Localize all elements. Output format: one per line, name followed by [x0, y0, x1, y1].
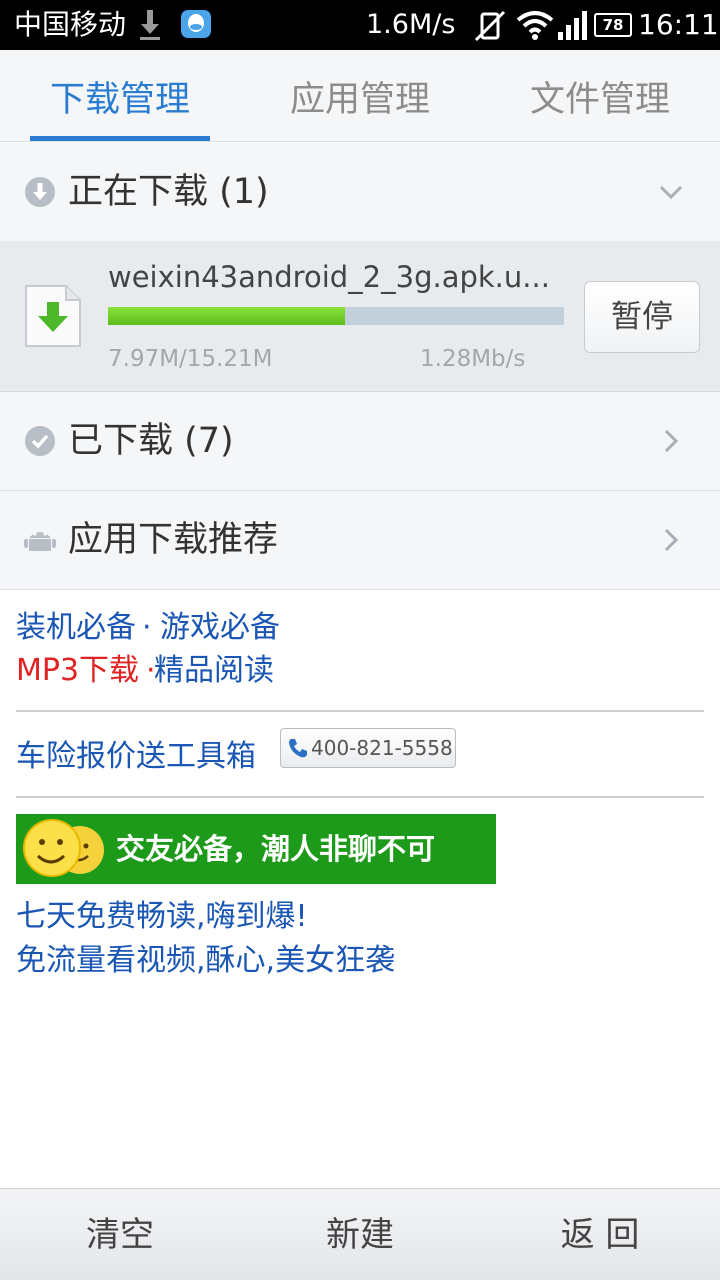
apk-file-icon — [25, 285, 81, 347]
tab-download-manager[interactable]: 下载管理 — [0, 50, 240, 142]
download-size: 7.97M/15.21M — [108, 346, 273, 372]
download-circle-icon — [25, 177, 55, 207]
clear-button[interactable]: 清空 — [0, 1189, 240, 1280]
link-reading[interactable]: 精品阅读 — [154, 651, 274, 691]
bottom-action-bar: 清空 新建 返 回 — [0, 1188, 720, 1280]
link-mp3[interactable]: MP3下载 — [16, 651, 139, 691]
wifi-icon — [516, 11, 554, 40]
clock: 16:11 — [638, 8, 719, 41]
link-separator: · — [142, 610, 152, 645]
link-free-video[interactable]: 免流量看视频,酥心,美女狂袭 — [16, 941, 395, 981]
ad-banner-text: 交友必备，潮人非聊不可 — [116, 832, 436, 866]
pause-button[interactable]: 暂停 — [584, 281, 700, 353]
phone-number: 400-821-5558 — [311, 736, 453, 760]
section-recommend[interactable]: 应用下载推荐 — [0, 491, 720, 590]
download-notification-icon — [140, 10, 160, 40]
section-downloaded-label: 已下载 (7) — [68, 421, 234, 461]
section-downloaded[interactable]: 已下载 (7) — [0, 392, 720, 491]
divider — [16, 796, 704, 798]
phone-call-button[interactable]: 400-821-5558 — [280, 728, 456, 768]
carrier-name: 中国移动 — [14, 8, 127, 41]
divider — [16, 710, 704, 712]
link-essentials[interactable]: 装机必备 — [16, 608, 136, 648]
section-downloading-label: 正在下载 (1) — [68, 172, 269, 212]
active-tab-indicator — [30, 136, 210, 141]
vibrate-off-icon — [474, 10, 506, 42]
download-progress-bar — [108, 307, 564, 325]
section-downloading[interactable]: 正在下载 (1) — [0, 143, 720, 242]
download-speed: 1.28Mb/s — [420, 346, 526, 372]
download-filename: weixin43android_2_3g.apk.u... — [108, 260, 550, 294]
smiley-faces-icon — [23, 819, 104, 877]
back-button[interactable]: 返 回 — [480, 1189, 720, 1280]
ad-banner[interactable]: 交友必备，潮人非聊不可 — [16, 814, 496, 884]
phone-icon — [289, 739, 307, 758]
chevron-down-icon — [659, 185, 683, 200]
tab-file-manager[interactable]: 文件管理 — [480, 50, 720, 142]
chevron-right-icon — [664, 429, 679, 453]
check-circle-icon — [25, 426, 55, 456]
android-icon — [24, 532, 56, 551]
new-button[interactable]: 新建 — [240, 1189, 480, 1280]
link-free-read[interactable]: 七天免费畅读,嗨到爆! — [16, 897, 308, 937]
link-games[interactable]: 游戏必备 — [160, 608, 280, 648]
tab-bar: 下载管理 应用管理 文件管理 — [0, 50, 720, 142]
link-car-insurance[interactable]: 车险报价送工具箱 — [16, 737, 256, 777]
tab-app-manager[interactable]: 应用管理 — [240, 50, 480, 142]
network-speed: 1.6M/s — [366, 9, 456, 40]
section-recommend-label: 应用下载推荐 — [68, 520, 279, 560]
chevron-right-icon — [664, 528, 679, 552]
status-bar: 中国移动 1.6M/s 78 16:11 — [0, 0, 720, 50]
battery-icon: 78 — [594, 13, 632, 37]
download-progress-fill — [108, 307, 346, 325]
chat-notification-icon — [181, 10, 211, 38]
signal-icon — [558, 11, 587, 40]
